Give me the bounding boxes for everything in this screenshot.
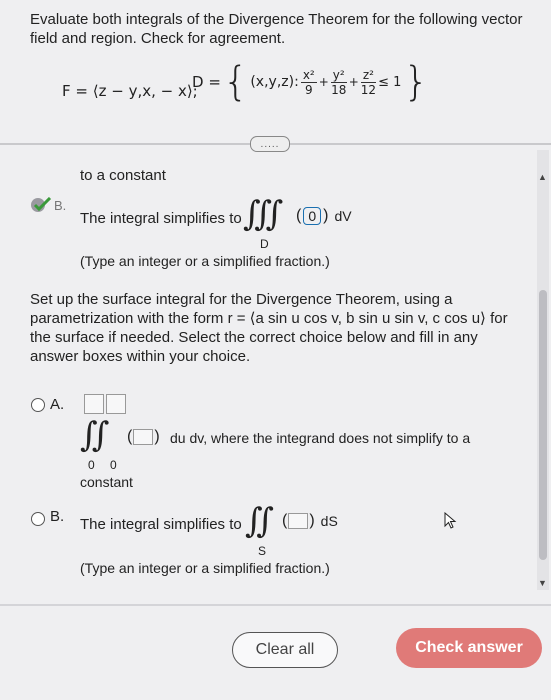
footer-divider xyxy=(0,604,551,606)
upper-limit-box-2[interactable] xyxy=(106,394,126,414)
part1-integrand: ( 0 ) dV xyxy=(296,207,352,225)
option-a-radio[interactable] xyxy=(31,398,45,412)
region-definition: D = { (x,y,z): x² 9 + y² 18 + z² 12 ≤ 1 } xyxy=(192,59,429,105)
option-b-text: The integral simplifies to xyxy=(80,516,242,533)
scrollbar-thumb[interactable] xyxy=(539,290,547,560)
fraction-x: x² 9 xyxy=(300,67,317,97)
mouse-cursor-icon xyxy=(444,512,457,529)
question-line-1: Evaluate both integrals of the Divergenc… xyxy=(30,11,523,28)
clear-all-button[interactable]: Clear all xyxy=(232,632,338,668)
option-b-letter: B. xyxy=(50,508,65,525)
region-s-label: S xyxy=(258,544,267,558)
lower-limit-2: 0 xyxy=(110,458,117,472)
option-b-hint: (Type an integer or a simplified fractio… xyxy=(80,560,330,576)
surface-integral-symbol: ∬ xyxy=(245,501,274,541)
question-line-2: field and region. Check for agreement. xyxy=(30,30,286,47)
scroll-up-arrow-icon[interactable]: ▲ xyxy=(538,172,547,182)
selected-choice-b: B. xyxy=(30,197,66,213)
part1-answer-text: The integral simplifies to xyxy=(80,210,242,227)
option-a-letter: A. xyxy=(50,396,65,413)
option-b-integrand: ( ) dS xyxy=(282,512,338,529)
triple-integral-symbol: ∭ xyxy=(243,194,284,234)
lower-limit-1: 0 xyxy=(88,458,95,472)
question-prompt: Evaluate both integrals of the Divergenc… xyxy=(30,10,530,48)
integrand-answer-box[interactable]: 0 xyxy=(303,207,322,225)
previous-choice-fragment: to a constant xyxy=(80,167,166,184)
check-answer-button[interactable]: Check answer xyxy=(396,628,542,668)
fraction-y: y² 18 xyxy=(330,67,347,97)
check-mark-icon xyxy=(31,197,52,212)
upper-limit-box-1[interactable] xyxy=(84,394,104,414)
scroll-down-arrow-icon[interactable]: ▼ xyxy=(538,578,547,588)
fraction-z: z² 12 xyxy=(360,67,377,97)
region-d-label: D xyxy=(260,237,269,251)
option-a-tail: du dv, where the integrand does not simp… xyxy=(170,430,471,446)
option-b-radio[interactable] xyxy=(31,512,45,526)
double-integral-symbol: ∫∫ xyxy=(80,415,110,455)
surface-integral-instruction: Set up the surface integral for the Dive… xyxy=(30,291,508,365)
option-a-tail-2: constant xyxy=(80,474,133,490)
part1-hint: (Type an integer or a simplified fractio… xyxy=(80,253,330,269)
option-a-integrand: ( ) xyxy=(127,428,160,445)
integrand-input-a[interactable] xyxy=(133,429,154,445)
vector-field: F = ⟨z − y,x, − x⟩; xyxy=(62,82,198,100)
integrand-input-b[interactable] xyxy=(288,513,309,529)
expand-question-button[interactable]: ..... xyxy=(250,136,290,152)
